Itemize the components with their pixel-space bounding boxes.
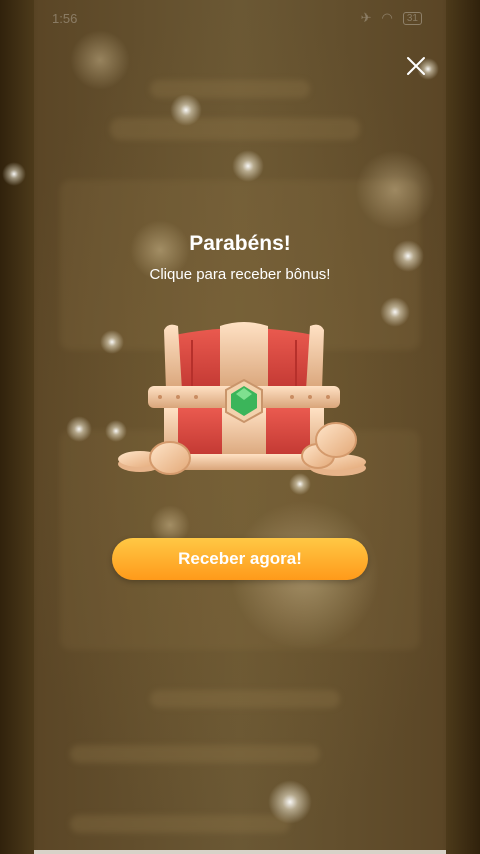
light-orb (355, 150, 435, 230)
status-time: 1:56 (52, 10, 78, 26)
light-orb (70, 30, 130, 90)
sparkle-decoration (2, 162, 26, 186)
battery-icon: 31 (402, 11, 422, 25)
modal-title: Parabéns! (189, 232, 291, 255)
treasure-chest-icon (118, 322, 366, 476)
battery-level: 31 (406, 12, 418, 24)
modal-subtitle: Clique para receber bônus! (149, 266, 331, 283)
receive-now-button[interactable]: Receber agora! (112, 538, 368, 580)
blurred-content (150, 80, 310, 98)
receive-now-label: Receber agora! (178, 549, 302, 568)
right-edge-shade (446, 0, 480, 854)
blurred-content (70, 815, 290, 833)
left-edge-shade (0, 0, 34, 854)
sparkle-decoration (170, 94, 202, 126)
bottom-edge (34, 850, 446, 854)
blurred-content (70, 745, 320, 763)
blurred-content (150, 690, 340, 708)
status-bar: 1:56 ✈ ◠ 31 (52, 8, 422, 28)
airplane-icon: ✈ (360, 10, 372, 25)
wifi-icon: ◠ (381, 10, 393, 25)
blurred-content (110, 118, 360, 140)
sparkle-decoration (232, 150, 264, 182)
sparkle-decoration (380, 297, 410, 327)
sparkle-decoration (268, 780, 312, 824)
sparkle-decoration (66, 416, 92, 442)
close-icon[interactable] (400, 50, 432, 82)
